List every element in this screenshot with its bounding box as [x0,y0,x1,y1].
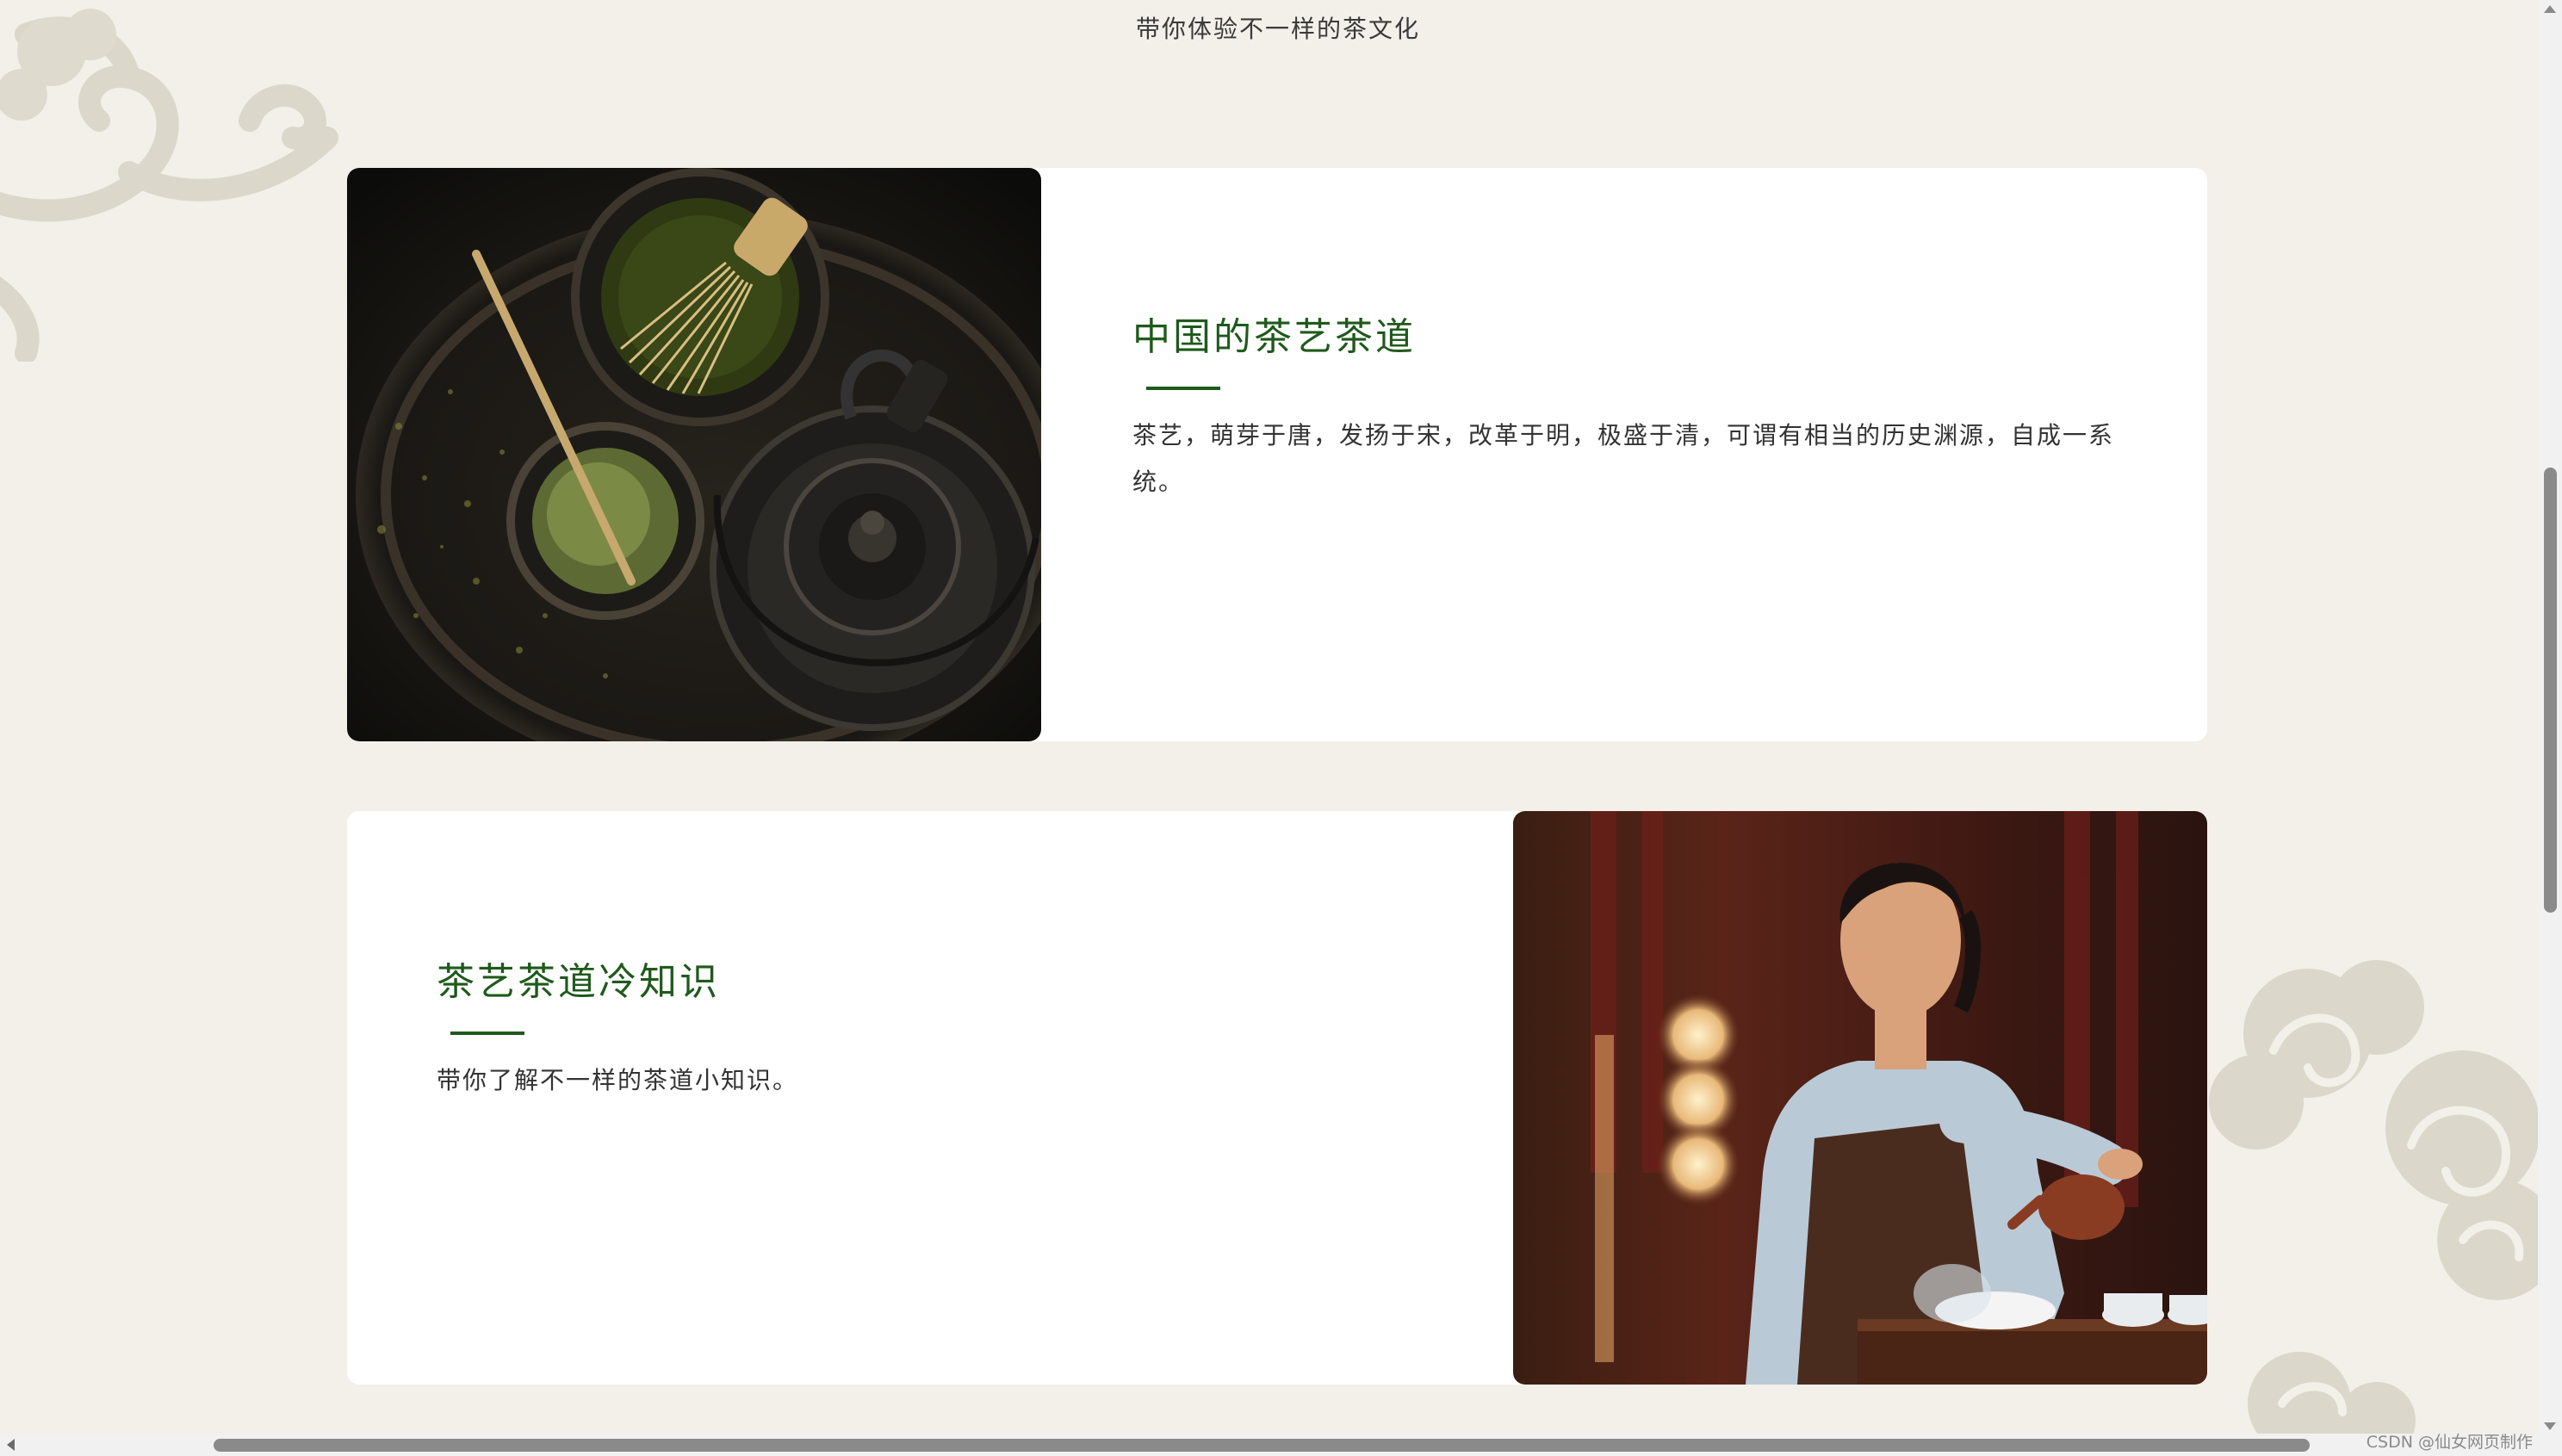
cloud-ornament-icon [2209,960,2558,1438]
section-text: 茶艺茶道冷知识 带你了解不一样的茶道小知识。 [437,951,1418,1104]
scroll-left-arrow-icon[interactable] [7,1439,15,1451]
title-divider [1146,387,1220,390]
tea-knowledge-card: 茶艺茶道冷知识 带你了解不一样的茶道小知识。 [347,811,2207,1385]
section-description: 带你了解不一样的茶道小知识。 [437,1066,799,1094]
scroll-up-arrow-icon[interactable] [2544,5,2556,13]
watermark: CSDN @仙女网页制作 [2366,1433,2533,1452]
section-text: 中国的茶艺茶道 茶艺，萌芽于唐，发扬于宋，改革于明，极盛于清，可谓有相当的历史渊… [1132,306,2114,505]
title-divider [450,1032,524,1035]
horizontal-scroll-thumb[interactable] [214,1439,2310,1452]
page: 带你体验不一样的茶文化 中国的茶艺茶道 茶艺，萌芽于唐，发扬于宋，改革于明，极盛… [0,0,2562,1456]
section-title: 茶艺茶道冷知识 [437,960,720,1004]
page-subtitle: 带你体验不一样的茶文化 [1135,15,1420,43]
woman-pouring-tea-photo [1513,811,2207,1385]
vertical-scrollbar[interactable] [2538,0,2562,1434]
scroll-down-arrow-icon[interactable] [2544,1422,2556,1430]
tea-culture-card: 中国的茶艺茶道 茶艺，萌芽于唐，发扬于宋，改革于明，极盛于清，可谓有相当的历史渊… [347,168,2207,741]
vertical-scroll-thumb[interactable] [2544,468,2557,913]
section-title: 中国的茶艺茶道 [1132,315,1416,359]
matcha-tea-set-photo [347,168,1041,741]
horizontal-scrollbar[interactable] [0,1434,2562,1456]
section-description: 茶艺，萌芽于唐，发扬于宋，改革于明，极盛于清，可谓有相当的历史渊源，自成一系统。 [1132,421,2115,496]
cloud-ornament-icon [0,9,338,362]
